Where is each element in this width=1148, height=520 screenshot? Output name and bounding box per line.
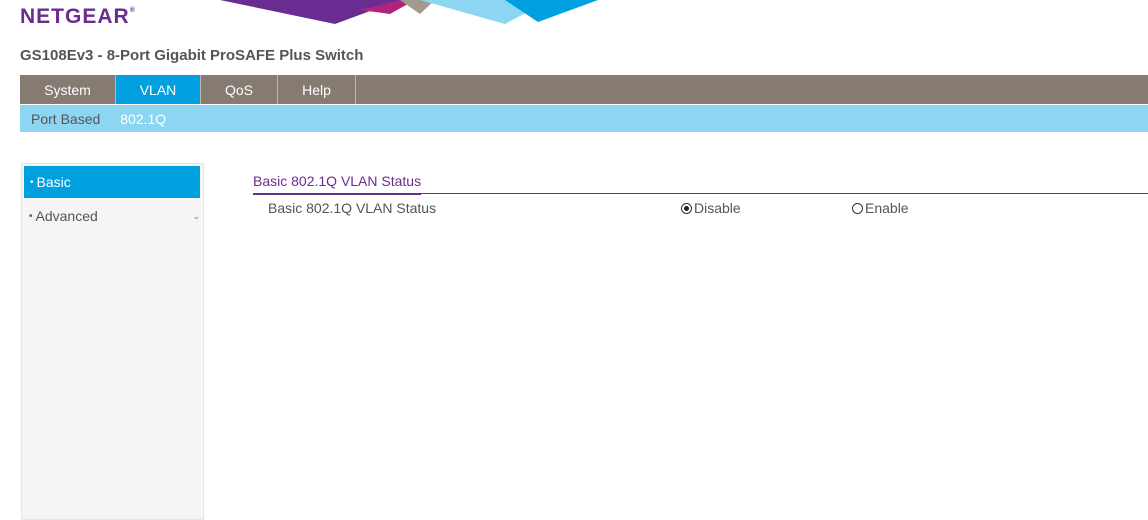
enable-radio[interactable]: Enable xyxy=(852,200,909,216)
subnav-port-based[interactable]: Port Based xyxy=(31,111,100,127)
sidebar-item-advanced[interactable]: • Advanced ⌄ xyxy=(24,200,200,232)
sidebar-item-label: Advanced xyxy=(35,208,98,224)
radio-unselected-icon xyxy=(852,202,863,214)
sub-nav: Port Based 802.1Q xyxy=(20,105,1148,132)
tab-qos[interactable]: QoS xyxy=(201,75,278,104)
section-title: Basic 802.1Q VLAN Status xyxy=(253,173,422,195)
bullet-icon: • xyxy=(29,211,33,222)
sidebar-item-label: Basic xyxy=(36,174,71,190)
bullet-icon: • xyxy=(30,177,34,188)
registered-mark: ® xyxy=(129,7,135,14)
section-header: Basic 802.1Q VLAN Status xyxy=(253,173,1148,195)
product-title: GS108Ev3 - 8-Port Gigabit ProSAFE Plus S… xyxy=(20,47,364,64)
enable-radio-label: Enable xyxy=(865,200,909,216)
main-nav: System VLAN QoS Help xyxy=(20,75,1148,104)
subnav-8021q[interactable]: 802.1Q xyxy=(120,111,166,127)
tab-system[interactable]: System xyxy=(20,75,116,104)
logo-text: NETGEAR xyxy=(20,5,130,28)
tab-vlan[interactable]: VLAN xyxy=(116,75,201,104)
disable-radio-label: Disable xyxy=(694,200,741,216)
sidebar-item-basic[interactable]: • Basic xyxy=(24,166,200,198)
header-banner-graphic xyxy=(220,0,598,24)
disable-radio[interactable]: Disable xyxy=(681,200,741,216)
chevron-down-icon: ⌄ xyxy=(192,211,200,221)
netgear-logo: NETGEAR® xyxy=(20,5,135,29)
radio-selected-icon xyxy=(681,202,692,214)
tab-help[interactable]: Help xyxy=(278,75,356,104)
sidebar: • Basic • Advanced ⌄ xyxy=(21,163,204,520)
vlan-status-label: Basic 802.1Q VLAN Status xyxy=(268,200,437,216)
